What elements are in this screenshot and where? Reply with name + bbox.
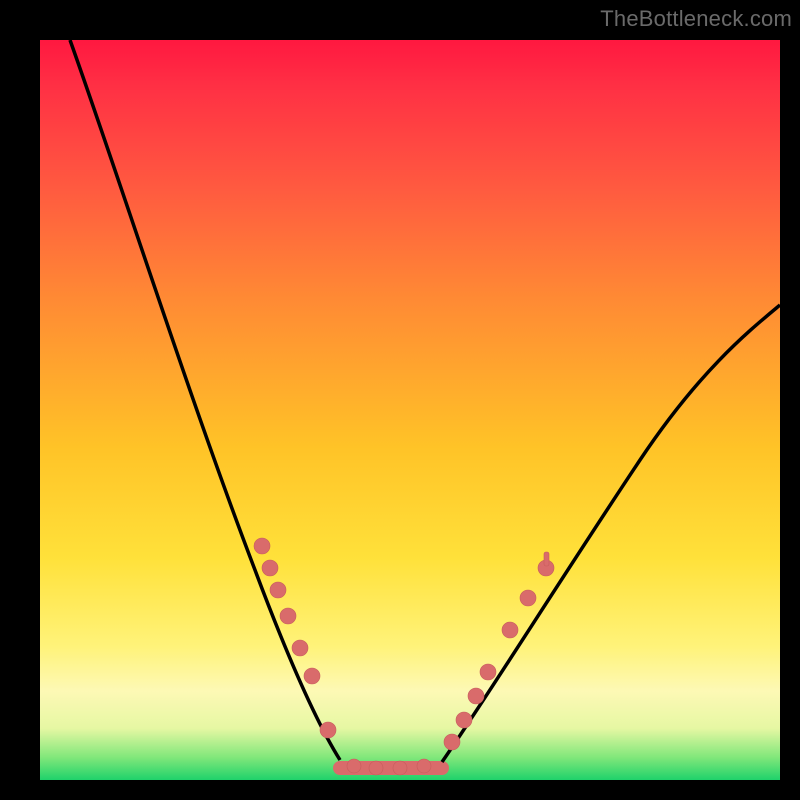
marker-dot — [444, 734, 460, 750]
marker-dot — [262, 560, 278, 576]
marker-dot — [520, 590, 536, 606]
marker-dot — [393, 761, 407, 775]
right-curve — [442, 305, 780, 762]
marker-dot — [270, 582, 286, 598]
marker-tick — [544, 552, 549, 566]
marker-dot — [292, 640, 308, 656]
marker-dot — [502, 622, 518, 638]
marker-dot — [480, 664, 496, 680]
marker-dot — [254, 538, 270, 554]
marker-dot — [468, 688, 484, 704]
marker-dot — [320, 722, 336, 738]
plot-area — [40, 40, 780, 780]
marker-dot — [417, 759, 431, 773]
marker-dot — [456, 712, 472, 728]
watermark-text: TheBottleneck.com — [600, 6, 792, 32]
marker-dot — [280, 608, 296, 624]
chart-svg — [40, 40, 780, 780]
marker-dot — [369, 761, 383, 775]
chart-frame: TheBottleneck.com — [0, 0, 800, 800]
marker-dot — [347, 759, 361, 773]
marker-dot — [304, 668, 320, 684]
